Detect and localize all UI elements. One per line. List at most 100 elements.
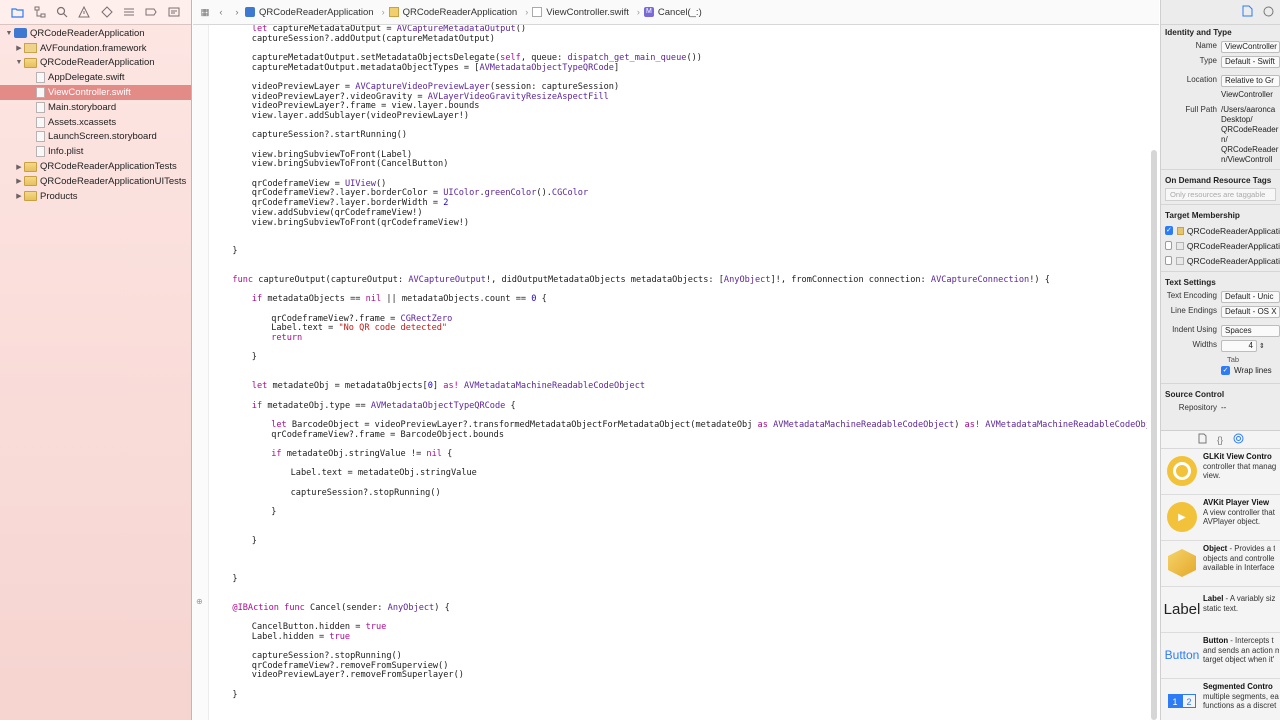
navigator-item[interactable]: ▶ QRCodeReaderApplicationTests xyxy=(0,159,191,174)
target-membership-list: ✓ QRCodeReaderApplicati QRCodeReaderApplic… xyxy=(1161,223,1280,268)
quick-help-icon[interactable] xyxy=(1263,6,1274,19)
navigator-item-label: QRCodeReaderApplicationTests xyxy=(40,161,177,173)
navigator-tree: ▼ QRCodeReaderApplication ▶ AVFoundation.fr… xyxy=(0,25,191,204)
library-item-label[interactable]: Label Label - A variably siz static text. xyxy=(1161,587,1280,633)
breadcrumb-file[interactable]: ViewController.swift xyxy=(532,7,629,18)
navigator-item-label: Assets.xcassets xyxy=(48,116,117,128)
library-item-glkit[interactable]: GLKit View Contro controller that manag vi… xyxy=(1161,449,1280,495)
navigator-item-label: AppDelegate.swift xyxy=(48,72,125,84)
navigator-item-label: QRCodeReaderApplicationUITests xyxy=(40,175,187,187)
target-checkbox[interactable] xyxy=(1165,241,1173,250)
navigator-item[interactable]: ViewController.swift xyxy=(0,85,191,100)
disclosure-right-icon[interactable]: ▶ xyxy=(14,44,24,52)
code-line: let metadateObj = metadataObjects[0] as!… xyxy=(251,381,646,392)
file-inspector-icon[interactable] xyxy=(1242,5,1253,19)
code-line: @IBAction func Cancel(sender: AnyObject)… xyxy=(232,602,450,613)
debug-icon[interactable] xyxy=(122,5,136,19)
code-line: videoPreviewLayer?.removeFromSuperlayer(… xyxy=(251,670,464,681)
indent-using-select[interactable]: Spaces xyxy=(1221,325,1280,337)
code-snippet-icon[interactable]: {} xyxy=(1217,435,1223,445)
test-target-icon xyxy=(1176,256,1184,265)
breadcrumb-group[interactable]: QRCodeReaderApplication xyxy=(388,7,517,18)
object-cube-icon xyxy=(1168,549,1196,577)
file-icon xyxy=(36,146,45,158)
segmented-control-icon: 12 xyxy=(1168,694,1196,708)
name-field[interactable]: ViewController xyxy=(1221,41,1280,53)
navigator-item-label: QRCodeReaderApplication xyxy=(30,27,145,39)
line-gutter[interactable]: ⊕ xyxy=(193,25,209,720)
disclosure-down-icon[interactable]: ▼ xyxy=(4,30,14,37)
navigator-item-label: AVFoundation.framework xyxy=(40,42,147,54)
location-file-row: ViewController xyxy=(1161,89,1280,104)
target-checkbox[interactable]: ✓ xyxy=(1165,226,1173,235)
location-row: Location Relative to Gr xyxy=(1161,74,1280,89)
ibaction-connection-icon[interactable]: ⊕ xyxy=(196,597,203,606)
file-icon xyxy=(36,72,45,84)
line-endings-select[interactable]: Default - OS X xyxy=(1221,306,1280,318)
library-item-avkit[interactable]: ▶ AVKit Player View A view controller tha… xyxy=(1161,495,1280,541)
navigator-item[interactable]: ▶ Products xyxy=(0,189,191,204)
code-area[interactable]: let captureMetadataOutput = AVCaptureMet… xyxy=(213,25,1147,720)
project-icon xyxy=(14,28,27,39)
stepper-icon[interactable]: ⇕ xyxy=(1259,342,1265,350)
report-icon[interactable] xyxy=(167,5,181,19)
library-item-button[interactable]: Button Button - Intercepts t and sends an… xyxy=(1161,633,1280,679)
hierarchy-icon[interactable] xyxy=(33,5,47,19)
back-arrow-icon[interactable]: ‹ xyxy=(213,7,229,18)
code-line: captureSession?.startRunning() xyxy=(251,130,408,141)
disclosure-right-icon[interactable]: ▶ xyxy=(14,192,24,200)
navigator-item[interactable]: Info.plist xyxy=(0,144,191,159)
folder-icon[interactable] xyxy=(10,5,24,19)
location-select[interactable]: Relative to Gr xyxy=(1221,75,1280,87)
navigator-item-label: LaunchScreen.storyboard xyxy=(48,131,157,143)
navigator-item[interactable]: Assets.xcassets xyxy=(0,115,191,130)
inspector-tabs xyxy=(1161,0,1280,25)
navigator-item[interactable]: AppDelegate.swift xyxy=(0,70,191,85)
target-checkbox[interactable] xyxy=(1165,256,1173,265)
navigator-item[interactable]: ▼ QRCodeReaderApplication xyxy=(0,56,191,71)
name-row: Name ViewController xyxy=(1161,40,1280,55)
navigator-item[interactable]: ▶ QRCodeReaderApplicationUITests xyxy=(0,174,191,189)
file-icon xyxy=(36,101,45,113)
code-line: return xyxy=(271,333,303,343)
glkit-view-controller-icon xyxy=(1167,456,1197,486)
navigator-item[interactable]: ▼ QRCodeReaderApplication xyxy=(0,26,191,41)
navigator-item[interactable]: Main.storyboard xyxy=(0,100,191,115)
warning-icon[interactable] xyxy=(77,5,91,19)
type-row: Type Default - Swift xyxy=(1161,55,1280,70)
test-diamond-icon[interactable] xyxy=(100,5,114,19)
library-item-object[interactable]: Object - Provides a t objects and control… xyxy=(1161,541,1280,587)
breadcrumb-project[interactable]: QRCodeReaderApplication xyxy=(245,7,374,18)
navigator-toolbar xyxy=(0,0,191,25)
disclosure-right-icon[interactable]: ▶ xyxy=(14,163,24,171)
object-library-icon[interactable] xyxy=(1233,433,1244,446)
source-control-title: Source Control xyxy=(1165,390,1225,399)
navigator-item[interactable]: LaunchScreen.storyboard xyxy=(0,130,191,145)
chevron-right-icon: › xyxy=(381,7,385,17)
breakpoint-icon[interactable] xyxy=(144,5,158,19)
disclosure-down-icon[interactable]: ▼ xyxy=(14,59,24,66)
utilities-inspector: Identity and Type Name ViewController Ty… xyxy=(1160,0,1280,720)
library-item-segmented[interactable]: 12 Segmented Contro multiple segments, ea… xyxy=(1161,679,1280,720)
text-encoding-select[interactable]: Default - Unic xyxy=(1221,291,1280,303)
type-select[interactable]: Default - Swift xyxy=(1221,56,1280,68)
disclosure-right-icon[interactable]: ▶ xyxy=(14,177,24,185)
code-line: } xyxy=(232,689,238,700)
target-label: QRCodeReaderApplicati xyxy=(1186,240,1280,251)
tab-width-field[interactable]: 4 xyxy=(1221,340,1257,352)
navigator-item[interactable]: ▶ AVFoundation.framework xyxy=(0,41,191,56)
breadcrumb-method[interactable]: M Cancel(_:) xyxy=(643,7,702,18)
search-icon[interactable] xyxy=(55,5,69,19)
grid-icon[interactable]: ▦ xyxy=(197,7,213,18)
file-icon xyxy=(36,131,45,143)
vertical-scrollbar[interactable] xyxy=(1151,150,1157,720)
wrap-lines-row: ✓ Wrap lines xyxy=(1221,366,1272,375)
forward-arrow-icon[interactable]: › xyxy=(229,7,245,18)
file-template-icon[interactable] xyxy=(1198,433,1207,446)
jump-bar: ▦ ‹ › QRCodeReaderApplication › QRCodeRe… xyxy=(193,0,1159,25)
indent-using-row: Indent Using Spaces xyxy=(1161,324,1280,339)
wrap-lines-checkbox[interactable]: ✓ xyxy=(1221,366,1230,375)
resource-tags-field[interactable]: Only resources are taggable xyxy=(1165,188,1276,201)
file-icon xyxy=(36,87,45,99)
framework-icon xyxy=(24,43,37,54)
